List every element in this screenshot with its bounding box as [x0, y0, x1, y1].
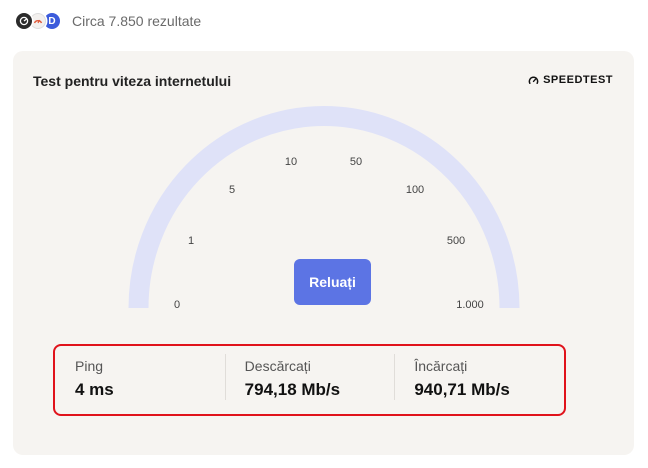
result-count: Circa 7.850 rezultate — [72, 13, 202, 29]
ping-value: 4 ms — [75, 380, 114, 399]
gauge-label-500: 500 — [446, 235, 466, 247]
gauge-label-10: 10 — [284, 156, 298, 168]
upload-value: 940,71 Mb/s — [414, 380, 510, 399]
download-label: Descărcați — [244, 358, 311, 374]
gauge-label-0: 0 — [173, 299, 181, 311]
gauge-label-100: 100 — [405, 184, 425, 196]
download-result: Descărcați 794,18 Mb/s — [224, 346, 395, 414]
rerun-button[interactable]: Reluați — [294, 259, 371, 305]
gauge-icon[interactable] — [30, 13, 46, 29]
ping-label: Ping — [75, 358, 104, 374]
gauge-label-50: 50 — [349, 156, 363, 168]
source-icons: D — [16, 13, 60, 29]
download-value: 794,18 Mb/s — [244, 380, 341, 399]
speed-gauge: 0 1 5 10 50 100 500 1.000 — [13, 51, 634, 351]
ping-result: Ping 4 ms — [55, 346, 225, 414]
gauge-label-1: 1 — [187, 235, 195, 247]
upload-label: Încărcați — [414, 358, 468, 374]
results-panel: Ping 4 ms Descărcați 794,18 Mb/s Încărca… — [53, 344, 566, 416]
upload-result: Încărcați 940,71 Mb/s — [394, 346, 564, 414]
d-icon[interactable]: D — [44, 13, 60, 29]
gauge-label-5: 5 — [228, 184, 236, 196]
results-header: D Circa 7.850 rezultate — [16, 10, 201, 32]
gauge-label-1000: 1.000 — [456, 299, 484, 311]
speedometer-icon[interactable] — [16, 13, 32, 29]
